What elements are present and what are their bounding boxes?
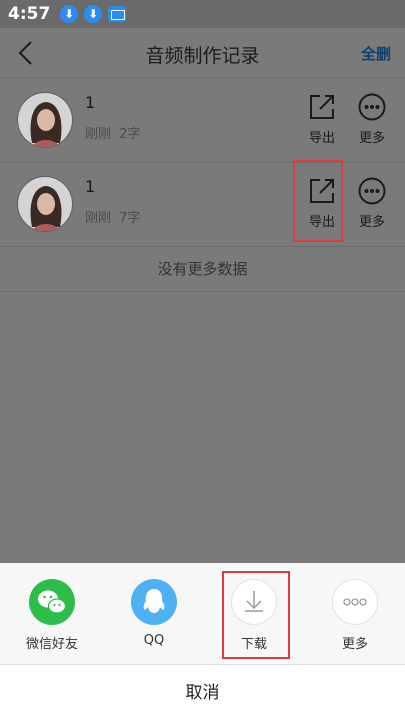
more-button[interactable]: 更多	[350, 177, 394, 233]
more-button[interactable]: 更多	[350, 93, 394, 149]
share-more-button[interactable]: 更多	[314, 579, 396, 652]
more-label: 更多	[358, 215, 385, 230]
wechat-icon	[29, 579, 75, 625]
qq-icon	[131, 579, 177, 625]
export-label: 导出	[308, 131, 335, 146]
record-row[interactable]: 1 刚刚 7字 导出 更多	[0, 163, 405, 247]
no-more-data-text: 没有更多数据	[0, 246, 405, 292]
status-bar: 4:57 ⬇ ⬇	[0, 0, 405, 28]
share-qq-button[interactable]: QQ	[113, 579, 195, 649]
avatar	[17, 92, 73, 148]
share-label: 更多	[341, 637, 368, 652]
delete-all-button[interactable]: 全删	[361, 43, 391, 64]
export-button[interactable]: 导出	[300, 93, 344, 149]
record-time: 刚刚	[85, 127, 112, 142]
record-title: 1	[85, 177, 96, 196]
avatar	[17, 176, 73, 232]
share-label: QQ	[143, 633, 165, 648]
record-chars: 7字	[119, 211, 141, 226]
export-highlight-box	[293, 160, 343, 242]
cancel-button[interactable]: 取消	[0, 664, 405, 720]
nav-bar: 音频制作记录 全删	[0, 28, 405, 78]
more-dots-icon	[332, 579, 378, 625]
export-icon	[310, 95, 334, 119]
record-meta: 刚刚 2字	[85, 123, 140, 142]
more-dots-icon	[358, 177, 386, 205]
record-row[interactable]: 1 刚刚 2字 导出 更多	[0, 79, 405, 163]
record-chars: 2字	[119, 127, 141, 142]
page-title: 音频制作记录	[145, 45, 260, 67]
more-dots-icon	[358, 93, 386, 121]
record-title: 1	[85, 93, 96, 112]
image-notification-icon	[108, 6, 127, 22]
share-sheet: 微信好友 QQ 下载 更多 取消	[0, 563, 405, 720]
more-label: 更多	[358, 131, 385, 146]
share-label: 微信好友	[25, 637, 78, 652]
status-time: 4:57	[8, 4, 51, 24]
record-time: 刚刚	[85, 211, 112, 226]
download-notification-icon: ⬇	[60, 5, 79, 23]
download-notification-icon: ⬇	[84, 5, 103, 23]
record-meta: 刚刚 7字	[85, 207, 140, 226]
download-highlight-box	[222, 571, 290, 659]
share-wechat-button[interactable]: 微信好友	[11, 579, 93, 652]
